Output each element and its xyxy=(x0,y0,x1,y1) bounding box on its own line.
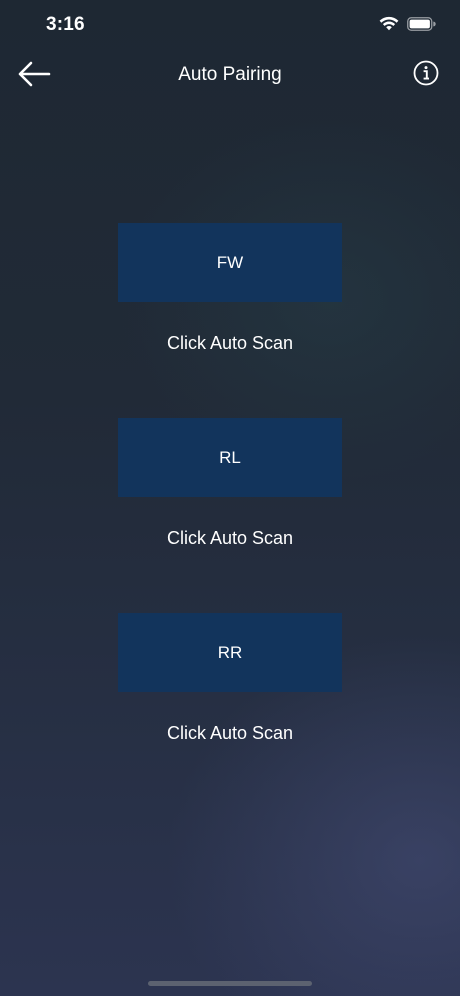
info-button[interactable] xyxy=(412,60,440,91)
info-circle-icon xyxy=(413,60,439,91)
nav-bar: Auto Pairing xyxy=(0,52,460,98)
rl-status-text: Click Auto Scan xyxy=(166,528,294,548)
battery-icon xyxy=(407,16,436,31)
fw-sensor-button[interactable]: FW xyxy=(118,223,342,302)
status-icons xyxy=(379,16,436,31)
wifi-icon xyxy=(379,16,399,31)
rr-sensor-button[interactable]: RR xyxy=(118,613,342,692)
status-time: 3:16 xyxy=(46,14,85,35)
rl-sensor-button[interactable]: RL xyxy=(118,418,342,497)
home-indicator[interactable] xyxy=(148,981,312,986)
fw-status-text: Click Auto Scan xyxy=(166,333,294,353)
status-bar: 3:16 xyxy=(0,0,460,50)
page-title: Auto Pairing xyxy=(178,64,282,85)
rr-status-text: Click Auto Scan xyxy=(166,723,294,743)
